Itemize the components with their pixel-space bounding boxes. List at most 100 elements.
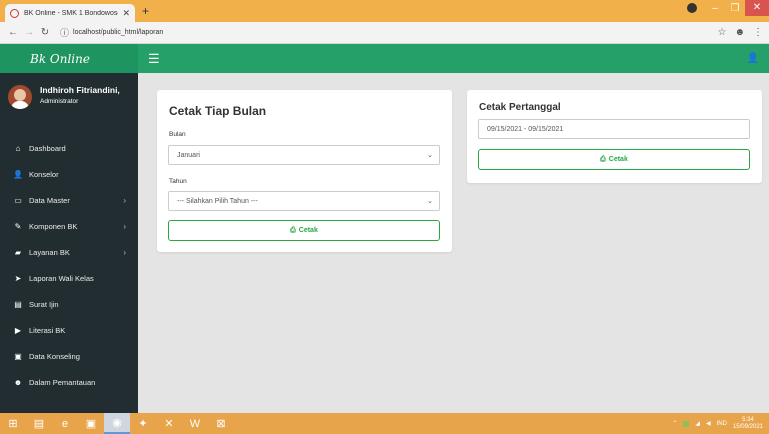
sidebar-item-data-konseling[interactable]: ▣ Data Konseling [0, 343, 138, 369]
sidebar-item-dashboard[interactable]: ⌂ Dashboard [0, 135, 138, 161]
user-icon: 👤 [13, 169, 23, 179]
sidebar-item-label: Konselor [29, 169, 59, 179]
back-icon[interactable]: ← [6, 27, 20, 38]
daterange-cetak-button[interactable]: ⎙ Cetak [478, 149, 750, 170]
sidebar-item-surat-ijin[interactable]: ▤ Surat Ijin [0, 291, 138, 317]
app-header: Bk Online ☰ 👤 [0, 44, 769, 73]
brand-logo[interactable]: Bk Online [0, 44, 138, 73]
network-icon[interactable]: ◢ [695, 420, 700, 427]
reload-icon[interactable]: ↻ [38, 27, 52, 38]
browser-tab[interactable]: BK Online - SMK 1 Bondowoso ✕ [5, 4, 135, 22]
bulan-label: Bulan [169, 131, 186, 138]
daterange-cetak-label: Cetak [608, 156, 628, 163]
send-icon: ➤ [14, 273, 22, 283]
file-icon: ▤ [14, 299, 22, 309]
volume-icon[interactable]: ◀ [706, 420, 711, 427]
clock-time: 5:34 [742, 416, 754, 423]
sidebar: Indhiroh Fitriandini, Administrator ⌂ Das… [0, 73, 138, 413]
sidebar-item-label: Dashboard [29, 143, 66, 153]
address-bar: ← → ↻ ⓘ localhost/public_html/laporan ☆ … [0, 22, 769, 44]
chevron-right-icon: › [123, 195, 126, 205]
sidebar-item-label: Surat Ijin [29, 299, 59, 309]
file-explorer-icon[interactable]: ▤ [26, 413, 52, 434]
users-icon: ☻ [13, 377, 23, 387]
extension-icon[interactable]: ☻ [734, 27, 745, 38]
briefcase-icon: ▣ [14, 351, 22, 361]
tahun-select-value: --- Silahkan Pilih Tahun --- [177, 197, 258, 205]
chevron-right-icon: › [123, 221, 126, 231]
browser-tab-strip: BK Online - SMK 1 Bondowoso ✕ + – ❐ ✕ [0, 0, 769, 22]
vscode-icon[interactable]: ✕ [156, 413, 182, 434]
xampp-icon[interactable]: ✦ [130, 413, 156, 434]
edit-icon: ✎ [14, 221, 22, 231]
ie-browser-icon[interactable]: e [52, 413, 78, 434]
sidebar-item-label: Layanan BK [29, 247, 70, 257]
profile-icon[interactable] [687, 3, 697, 13]
bulan-select-value: Januari [177, 151, 200, 159]
window-close-icon[interactable]: ✕ [745, 0, 769, 16]
sidebar-item-laporan-wali-kelas[interactable]: ➤ Laporan Wali Kelas [0, 265, 138, 291]
monthly-card-title: Cetak Tiap Bulan [169, 104, 267, 118]
tab-title: BK Online - SMK 1 Bondowoso [24, 9, 119, 17]
user-name: Indhiroh Fitriandini, [40, 85, 120, 95]
printer-icon: ⎙ [600, 155, 606, 163]
hamburger-menu-icon[interactable]: ☰ [148, 51, 160, 67]
system-tray: ⌃ ◢ ◀ IND 5:34 15/09/2021 [672, 417, 769, 431]
word-icon[interactable]: W [182, 413, 208, 434]
monthly-cetak-label: Cetak [298, 227, 318, 234]
url-field[interactable]: localhost/public_html/laporan [73, 29, 163, 36]
daterange-input-value: 09/15/2021 - 09/15/2021 [487, 125, 564, 133]
tab-close-icon[interactable]: ✕ [122, 8, 130, 19]
home-icon: ⌂ [15, 143, 21, 153]
daterange-card-title: Cetak Pertanggal [479, 102, 561, 113]
tahun-select[interactable]: --- Silahkan Pilih Tahun --- ⌄ [168, 191, 440, 211]
sidebar-item-label: Dalam Pemantauan [29, 377, 96, 387]
chevron-right-icon: › [123, 247, 126, 257]
daterange-input[interactable]: 09/15/2021 - 09/15/2021 [478, 119, 750, 139]
sidebar-item-komponen-bk[interactable]: ✎ Komponen BK › [0, 213, 138, 239]
sidebar-item-literasi-bk[interactable]: ▶ Literasi BK [0, 317, 138, 343]
chevron-down-icon: ⌄ [427, 198, 433, 205]
sidebar-menu: ⌂ Dashboard 👤 Konselor ▭ Data Master › ✎ Kompone… [0, 135, 138, 395]
user-panel: Indhiroh Fitriandini, Administrator [0, 73, 138, 135]
favicon-icon [10, 8, 19, 18]
sidebar-item-label: Laporan Wali Kelas [29, 273, 94, 283]
minimize-icon[interactable]: – [705, 3, 725, 14]
windows-taskbar: ⊞ ▤ e ▣ ◉ ✦ ✕ W ⊠ ⌃ ◢ ◀ IND 5:34 15/09/2… [0, 413, 769, 434]
start-windows-icon[interactable]: ⊞ [0, 413, 26, 434]
user-role: Administrator [40, 98, 79, 105]
bookmark-star-icon[interactable]: ☆ [718, 27, 727, 38]
book-icon: ▰ [14, 247, 22, 257]
sidebar-item-data-master[interactable]: ▭ Data Master › [0, 187, 138, 213]
forward-icon[interactable]: → [22, 27, 36, 38]
sidebar-item-dalam-pemantauan[interactable]: ☻ Dalam Pemantauan [0, 369, 138, 395]
daterange-report-card: Cetak Pertanggal 09/15/2021 - 09/15/2021… [467, 90, 762, 183]
terminal-icon[interactable]: ▣ [78, 413, 104, 434]
menu-dots-icon[interactable]: ⋮ [753, 27, 763, 38]
sidebar-item-layanan-bk[interactable]: ▰ Layanan BK › [0, 239, 138, 265]
printer-icon: ⎙ [290, 226, 296, 234]
monitor-icon: ▭ [14, 195, 22, 205]
language-indicator[interactable]: IND [717, 421, 727, 427]
clock[interactable]: 5:34 15/09/2021 [733, 417, 763, 431]
maximize-icon[interactable]: ❐ [725, 3, 745, 14]
sidebar-item-konselor[interactable]: 👤 Konselor [0, 161, 138, 187]
window-controls: – ❐ ✕ [687, 0, 769, 16]
tray-arrow-icon[interactable]: ⌃ [672, 420, 677, 427]
avatar [8, 85, 32, 109]
chrome-icon[interactable]: ◉ [104, 413, 130, 434]
new-tab-icon[interactable]: + [142, 5, 149, 17]
monthly-cetak-button[interactable]: ⎙ Cetak [168, 220, 440, 241]
video-icon: ▶ [14, 325, 22, 335]
user-menu-icon[interactable]: 👤 [747, 53, 759, 64]
xampp-control-icon[interactable]: ⊠ [208, 413, 234, 434]
sidebar-item-label: Komponen BK [29, 221, 78, 231]
info-icon[interactable]: ⓘ [60, 26, 69, 39]
clock-date: 15/09/2021 [732, 423, 763, 430]
battery-icon[interactable] [683, 420, 690, 427]
tahun-label: Tahun [169, 178, 187, 185]
chevron-down-icon: ⌄ [427, 152, 433, 159]
sidebar-item-label: Data Konseling [29, 351, 80, 361]
bulan-select[interactable]: Januari ⌄ [168, 145, 440, 165]
monthly-report-card: Cetak Tiap Bulan Bulan Januari ⌄ Tahun -… [157, 90, 452, 252]
